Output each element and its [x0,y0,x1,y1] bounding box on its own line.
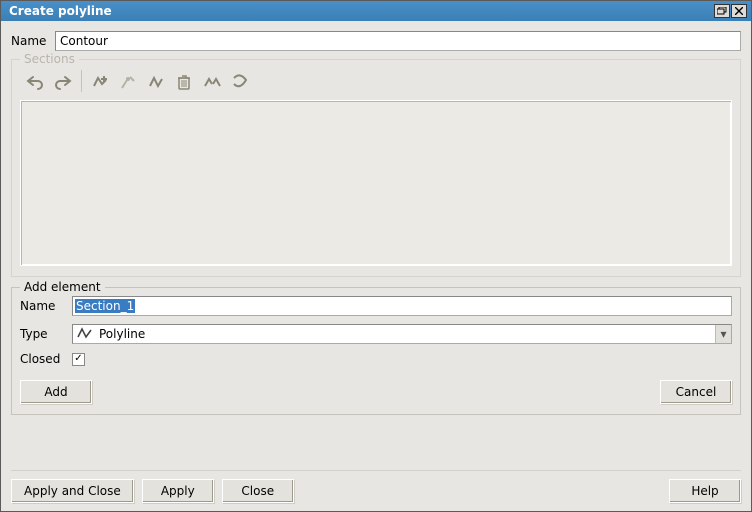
polyline-type-icon [77,327,93,342]
window-title: Create polyline [5,4,713,18]
spline-icon[interactable] [227,70,253,94]
name-label: Name [11,34,55,48]
redo-icon[interactable] [50,70,76,94]
add-name-input[interactable]: Section_1 [72,296,732,316]
name-input[interactable] [55,31,741,51]
add-type-label: Type [20,327,72,341]
insert-section-icon[interactable] [87,70,113,94]
add-element-group: Add element Name Section_1 Type Polyline… [11,287,741,415]
polyline-icon[interactable] [143,70,169,94]
dialog-body: Name Sections [1,21,751,511]
sections-toolbar [20,68,732,100]
restore-icon[interactable] [714,4,730,18]
delete-icon[interactable] [171,70,197,94]
close-button[interactable]: Close [222,479,294,503]
sections-legend: Sections [20,52,79,66]
add-name-row: Name Section_1 [20,296,732,316]
close-icon[interactable] [731,4,747,18]
undo-icon[interactable] [22,70,48,94]
add-element-legend: Add element [20,280,105,294]
add-button[interactable]: Add [20,380,92,404]
chevron-down-icon[interactable]: ▾ [715,325,731,343]
dialog-window: Create polyline Name Sections [0,0,752,512]
add-element-buttons: Add Cancel [20,380,732,404]
add-closed-row: Closed ✓ [20,352,732,366]
separator [81,70,82,92]
sections-group: Sections [11,59,741,277]
sections-list[interactable] [20,100,732,266]
edit-point-icon[interactable] [115,70,141,94]
cancel-button[interactable]: Cancel [660,380,732,404]
apply-button[interactable]: Apply [142,479,214,503]
dialog-footer: Apply and Close Apply Close Help [11,470,741,503]
add-name-value: Section_1 [75,299,135,313]
help-button[interactable]: Help [669,479,741,503]
add-closed-checkbox[interactable]: ✓ [72,353,85,366]
titlebar[interactable]: Create polyline [1,1,751,21]
add-closed-label: Closed [20,352,72,366]
add-type-combo[interactable]: Polyline ▾ [72,324,732,344]
add-type-value: Polyline [99,327,145,341]
add-name-label: Name [20,299,72,313]
add-type-row: Type Polyline ▾ [20,324,732,344]
join-icon[interactable] [199,70,225,94]
apply-and-close-button[interactable]: Apply and Close [11,479,134,503]
name-row: Name [11,31,741,51]
